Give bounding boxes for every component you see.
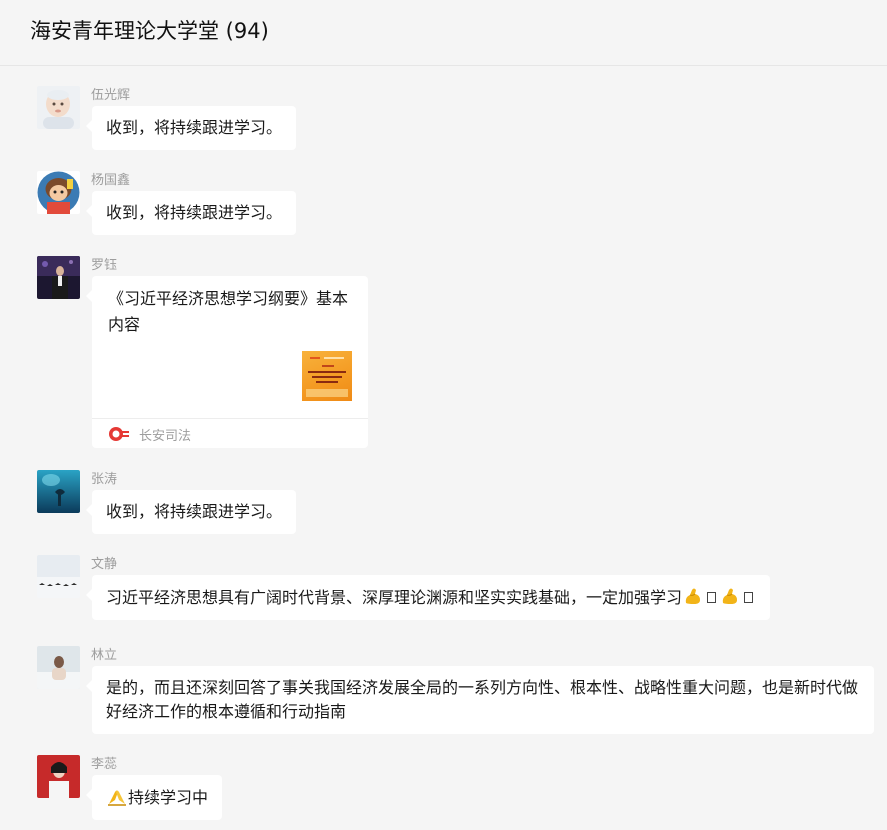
birds-snow-avatar[interactable] — [37, 555, 80, 598]
card-source: 长安司法 — [139, 429, 192, 444]
message-bubble[interactable]: 持续学习中 — [85, 775, 223, 820]
changan-sifa-logo-icon — [108, 426, 130, 442]
chat-header: 海安青年理论大学堂 (94) — [0, 0, 887, 66]
person-snow-avatar[interactable] — [37, 646, 80, 689]
cartoon-avatar[interactable] — [37, 171, 80, 214]
message-text: 是的，而且还深刻回答了事关我国经济发展全局的一系列方向性、根本性、战略性重大问题… — [106, 678, 859, 721]
sender-name: 杨国鑫 — [91, 173, 131, 188]
sender-name: 林立 — [91, 648, 118, 663]
card-title: 《习近平经济思想学习纲要》基本内容 — [108, 289, 349, 334]
sender-name: 李蕊 — [91, 757, 118, 772]
message-bubble[interactable]: 习近平经济思想具有广阔时代背景、深厚理论渊源和坚实实践基础，一定加强学习 — [85, 575, 771, 620]
sender-name: 伍光辉 — [91, 88, 131, 103]
message-text: 持续学习中 — [128, 788, 209, 807]
unrendered-glyph — [707, 592, 717, 603]
message-bubble[interactable]: 收到，将持续跟进学习。 — [85, 191, 297, 235]
message-text: 收到，将持续跟进学习。 — [106, 502, 283, 521]
sender-name: 张涛 — [91, 472, 118, 487]
message-bubble[interactable]: 是的，而且还深刻回答了事关我国经济发展全局的一系列方向性、根本性、战略性重大问题… — [86, 666, 874, 734]
message-text: 收到，将持续跟进学习。 — [106, 118, 283, 137]
speaker-stage-avatar[interactable] — [37, 256, 80, 299]
message-text: 习近平经济思想具有广阔时代背景、深厚理论渊源和坚实实践基础，一定加强学习 — [106, 588, 683, 607]
flexed-biceps-icon — [682, 585, 704, 607]
unrendered-glyph — [744, 592, 754, 603]
red-portrait-avatar[interactable] — [37, 755, 80, 798]
chat-title: 海安青年理论大学堂 (94) — [30, 19, 269, 43]
sender-name: 文静 — [91, 557, 118, 572]
link-card[interactable]: 《习近平经济思想学习纲要》基本内容 长安司法 — [86, 276, 368, 448]
message-bubble[interactable]: 收到，将持续跟进学习。 — [85, 490, 297, 534]
message-text: 收到，将持续跟进学习。 — [106, 203, 283, 222]
article-thumbnail-icon — [302, 351, 352, 401]
underwater-avatar[interactable] — [37, 470, 80, 513]
sender-name: 罗钰 — [91, 258, 118, 273]
baby-photo-avatar[interactable] — [37, 86, 80, 129]
flexed-biceps-icon — [719, 585, 741, 607]
card-footer: 长安司法 — [92, 418, 368, 448]
message-bubble[interactable]: 收到，将持续跟进学习。 — [85, 106, 297, 150]
folded-hands-icon — [106, 785, 128, 807]
